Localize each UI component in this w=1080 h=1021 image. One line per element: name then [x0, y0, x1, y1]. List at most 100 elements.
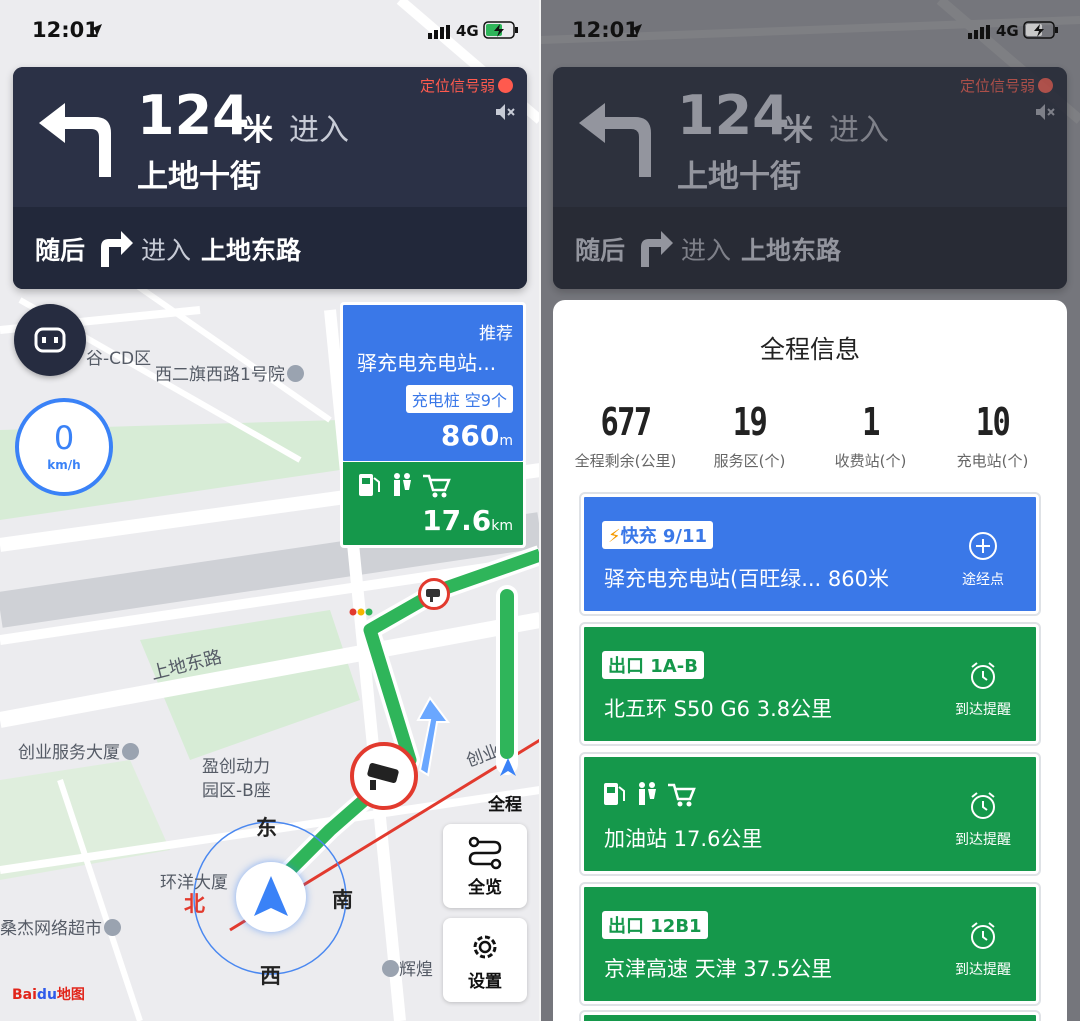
speedometer: 0 km/h [15, 398, 113, 496]
service-amenity-icons [604, 782, 696, 807]
exit-card[interactable]: 出口 1A-B 北五环 S50 G6 3.8公里 到达提醒 [579, 622, 1041, 746]
gear-icon [473, 935, 497, 959]
service-area-card[interactable]: 加油站 17.6公里 到达提醒 [579, 752, 1041, 876]
gas-station-icon [359, 474, 380, 496]
maneuver-distance: 124 [677, 84, 790, 147]
map-label-supermarket-text: 桑杰网络超市 [0, 919, 102, 939]
arrival-reminder-label: 到达提醒 [955, 962, 1011, 978]
poi-icon [286, 365, 304, 382]
charging-station-distance: 860m [441, 419, 513, 452]
stat-toll-stations: 1 收费站(个) [808, 400, 933, 471]
exit-card[interactable]: 出口 12B1 京津高速 天津 37.5公里 到达提醒 [579, 882, 1041, 1006]
service-amenity-icons [359, 473, 451, 498]
turn-guidance-card[interactable]: 124 米 进入 上地十街 定位信号弱 随后 进入 上地东路 [13, 67, 527, 289]
map-label-yingchuang-2: 园区-B座 [202, 781, 271, 801]
stat-label: 收费站(个) [834, 452, 907, 470]
mute-icon[interactable] [495, 103, 515, 121]
route-progress-fill [500, 589, 514, 759]
speed-value: 0 [53, 419, 75, 457]
route-info-panel[interactable]: 全程信息 677 全程剩余(公里) 19 服务区(个) 1 收费站(个) 10 … [553, 300, 1067, 1021]
stat-label: 全程剩余(公里) [574, 452, 677, 470]
arrival-reminder-button[interactable]: 到达提醒 [938, 661, 1028, 719]
arrival-reminder-button[interactable]: 到达提醒 [938, 791, 1028, 849]
maneuver-road: 上地十街 [137, 159, 261, 195]
speed-unit: km/h [47, 458, 81, 472]
maneuver-distance: 124 [137, 84, 250, 147]
stat-remaining-km: 677 全程剩余(公里) [563, 400, 688, 471]
service-area-distance-unit: km [491, 518, 513, 534]
stat-service-areas: 19 服务区(个) [687, 400, 812, 471]
arrival-reminder-label: 到达提醒 [955, 832, 1011, 848]
card-line: 京津高速 天津 37.5公里 [604, 957, 833, 981]
map-label-xierqi: 西二旗西路1号院 [155, 360, 304, 385]
next-maneuver: 随后 进入 上地东路 [553, 207, 1067, 289]
fast-charge-badge: ⚡快充 9/11 [602, 521, 714, 549]
compass-west: 西 [260, 964, 281, 988]
add-waypoint-label: 途经点 [962, 572, 1004, 588]
next-card-partial[interactable] [579, 1010, 1041, 1021]
compass-north: 北 [184, 892, 205, 916]
charging-station-card[interactable]: 推荐 驿充电充电站... 充电桩 空9个 860m [340, 302, 526, 464]
alarm-clock-icon [971, 922, 995, 949]
poi-icon [382, 960, 399, 977]
charging-station-distance-unit: m [499, 433, 513, 449]
gps-weak-indicator: 定位信号弱 [960, 75, 1053, 96]
settings-label: 设置 [468, 972, 502, 992]
stat-value: 10 [975, 400, 1011, 444]
robot-face-icon [34, 327, 66, 353]
next-label: 随后 [575, 236, 626, 265]
next-enter-text: 进入 [681, 236, 732, 265]
full-route-button[interactable]: 全程 [488, 790, 522, 815]
camera-icon [426, 589, 440, 602]
charging-station-name: 驿充电充电站... [357, 351, 497, 375]
maneuver-enter-text: 进入 [829, 113, 889, 148]
route-progress-bar [496, 585, 518, 775]
progress-car-icon [500, 758, 516, 776]
gps-weak-icon [1038, 78, 1053, 93]
compass-south: 南 [332, 888, 353, 912]
arrival-reminder-label: 到达提醒 [955, 702, 1011, 718]
service-area-card[interactable]: 17.6km [340, 462, 526, 548]
next-maneuver: 随后 进入 上地东路 [13, 207, 527, 289]
stat-value: 19 [732, 400, 768, 444]
alarm-clock-icon [971, 792, 995, 819]
arrival-reminder-button[interactable]: 到达提醒 [938, 921, 1028, 979]
fast-charge-station-card[interactable]: ⚡快充 9/11 驿充电充电站(百旺绿... 860米 途经点 [579, 492, 1041, 616]
add-circle-icon [969, 532, 997, 560]
status-bar: 12:01 4G [0, 0, 540, 62]
card-line: 北五环 S50 G6 3.8公里 [604, 697, 833, 721]
turn-left-arrow-icon [579, 103, 651, 177]
maneuver-road: 上地十街 [677, 159, 801, 195]
map-label-xierqi-text: 西二旗西路1号院 [155, 365, 285, 385]
camera-alert-marker[interactable] [350, 742, 418, 810]
overview-button[interactable]: 全览 [443, 824, 527, 908]
add-waypoint-button[interactable]: 途经点 [938, 531, 1028, 589]
card-line: 加油站 17.6公里 [604, 827, 763, 851]
shopping-cart-icon [423, 474, 451, 498]
speed-camera-marker[interactable] [418, 578, 450, 610]
alarm-clock-icon [971, 662, 995, 689]
maneuver-unit: 米 [783, 113, 813, 148]
network-type: 4G [996, 22, 1019, 40]
route-info-screen: 12:01 4G 124 米 进入 上地十街 定位信号弱 随后 进入 上地东路 … [540, 0, 1080, 1021]
charger-availability-badge: 充电桩 空9个 [405, 385, 513, 413]
battery-charging-icon [1023, 21, 1058, 39]
settings-button[interactable]: 设置 [443, 918, 527, 1002]
cellular-signal-icon [428, 25, 450, 39]
location-arrow-icon [90, 24, 102, 36]
screen-divider [539, 0, 541, 1021]
gas-station-icon [604, 783, 625, 805]
map-label-chuangye: 创业服务大厦 [18, 738, 139, 763]
turn-right-arrow-icon [641, 231, 673, 267]
status-bar: 12:01 4G [540, 0, 1080, 62]
compass-east: 东 [256, 816, 277, 840]
gps-weak-indicator: 定位信号弱 [420, 75, 513, 96]
voice-assistant-button[interactable] [14, 304, 86, 376]
logo-part1: Bai [12, 987, 37, 1003]
recommend-label: 推荐 [479, 324, 513, 344]
next-enter-text: 进入 [141, 236, 192, 265]
service-area-distance-value: 17.6 [422, 504, 492, 537]
turn-guidance-card: 124 米 进入 上地十街 定位信号弱 随后 进入 上地东路 [553, 67, 1067, 289]
shopping-cart-icon [668, 783, 696, 807]
exit-badge: 出口 1A-B [602, 651, 704, 679]
